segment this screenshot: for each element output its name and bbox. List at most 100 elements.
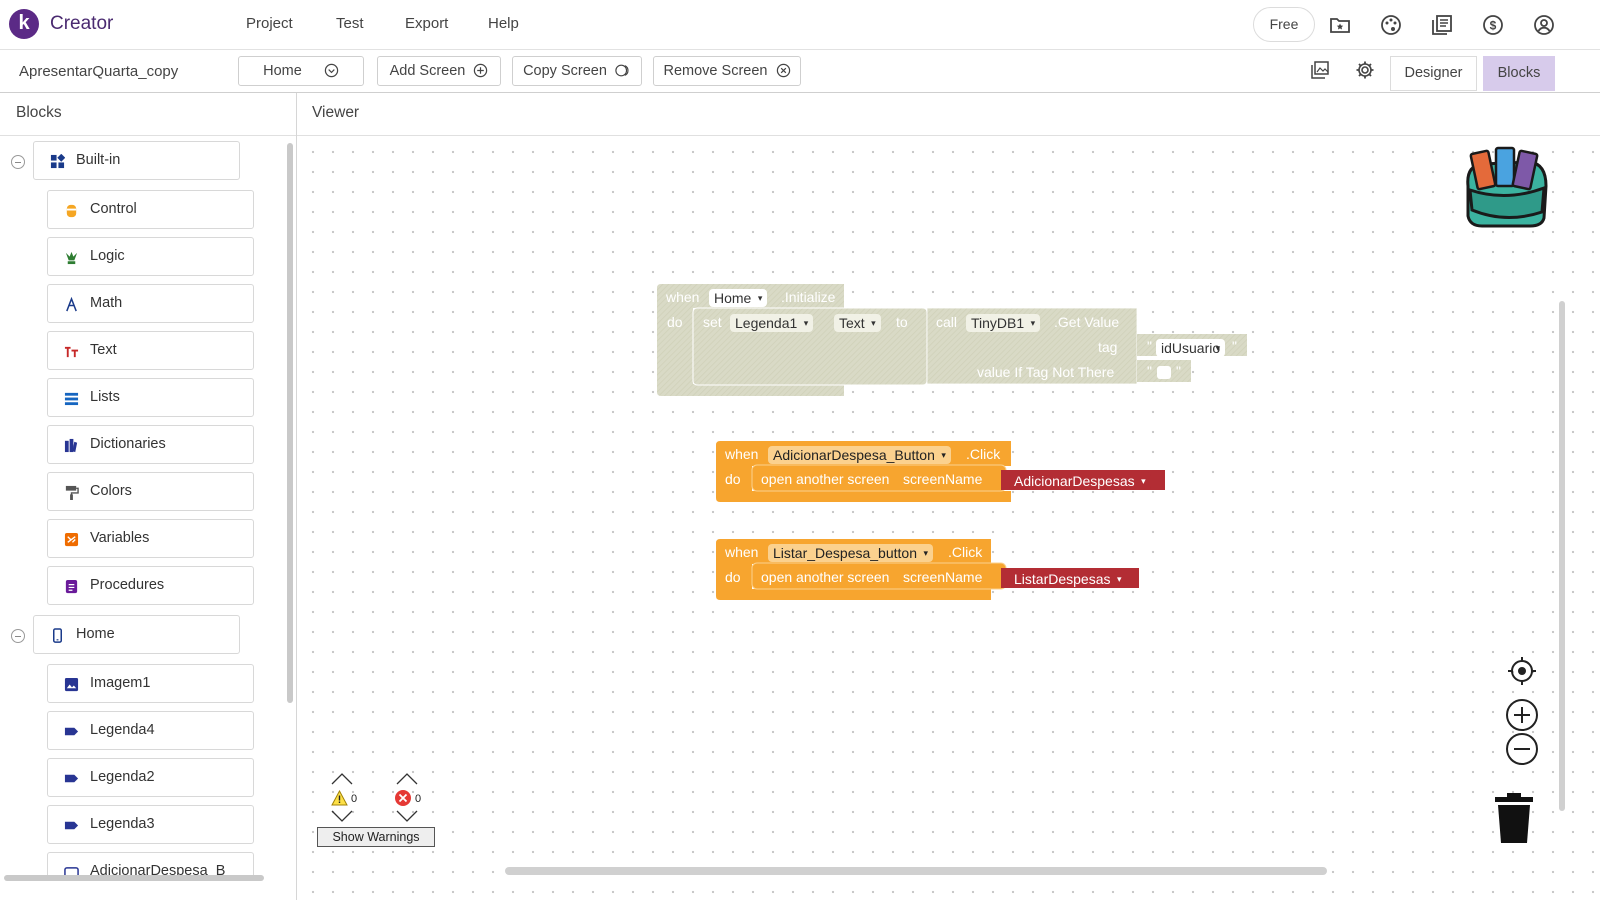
label-icon bbox=[64, 727, 79, 736]
tree-item-lists[interactable]: Lists bbox=[47, 378, 254, 417]
menu-project[interactable]: Project bbox=[246, 15, 293, 32]
blocks-panel-title: Blocks bbox=[16, 104, 62, 121]
copy-icon bbox=[615, 64, 629, 77]
gallery-icon[interactable] bbox=[1310, 60, 1330, 80]
list-action-text: open another screen bbox=[761, 569, 890, 585]
tree-builtin[interactable]: Built-in bbox=[33, 141, 240, 180]
init-component-dropdown[interactable]: Home bbox=[709, 289, 768, 307]
add-screen-value-dropdown[interactable]: AdicionarDespesas bbox=[1009, 472, 1151, 490]
init-to-text: to bbox=[896, 314, 908, 330]
error-down-arrow-icon[interactable] bbox=[396, 810, 418, 822]
trash-icon[interactable] bbox=[1493, 792, 1535, 844]
tree-item-legenda2[interactable]: Legenda2 bbox=[47, 758, 254, 797]
init-set-text: set bbox=[703, 314, 722, 330]
lists-icon bbox=[64, 392, 79, 406]
screen-select[interactable]: Home bbox=[238, 56, 364, 86]
init-tag-value[interactable]: idUsuario bbox=[1156, 339, 1226, 357]
list-param-text: screenName bbox=[903, 569, 983, 585]
tree-item-colors[interactable]: Colors bbox=[47, 472, 254, 511]
init-db-dropdown[interactable]: TinyDB1 bbox=[966, 314, 1041, 332]
init-do-text: do bbox=[667, 314, 683, 330]
variables-icon bbox=[64, 532, 79, 547]
dollar-icon[interactable]: $ bbox=[1481, 13, 1505, 37]
tree-item-variables[interactable]: Variables bbox=[47, 519, 254, 558]
copy-screen-button[interactable]: Copy Screen bbox=[512, 56, 642, 86]
blocks-panel-hscrollbar[interactable] bbox=[4, 875, 264, 881]
tree-item-math-label: Math bbox=[90, 295, 123, 311]
tree-item-dictionaries[interactable]: Dictionaries bbox=[47, 425, 254, 464]
app-name[interactable]: Creator bbox=[50, 13, 113, 35]
tree-item-logic[interactable]: Logic bbox=[47, 237, 254, 276]
gear-icon[interactable] bbox=[1355, 60, 1375, 80]
folder-star-icon[interactable] bbox=[1328, 13, 1352, 37]
init-empty-quote-open: " bbox=[1147, 363, 1152, 379]
svg-text:$: $ bbox=[1490, 19, 1497, 33]
designer-tab[interactable]: Designer bbox=[1390, 56, 1477, 91]
collapse-home-icon[interactable] bbox=[11, 629, 25, 643]
tree-home[interactable]: Home bbox=[33, 615, 240, 654]
show-warnings-button[interactable]: Show Warnings bbox=[317, 827, 435, 847]
tree-item-dictionaries-label: Dictionaries bbox=[90, 436, 166, 452]
init-property-dropdown[interactable]: Text bbox=[834, 314, 881, 332]
tree-item-logic-label: Logic bbox=[90, 248, 125, 264]
tree-item-control[interactable]: Control bbox=[47, 190, 254, 229]
palette-icon[interactable] bbox=[1379, 13, 1403, 37]
warning-icon bbox=[331, 790, 348, 806]
warning-down-arrow-icon[interactable] bbox=[331, 810, 353, 822]
project-name: ApresentarQuarta_copy bbox=[19, 63, 179, 80]
blocks-workspace[interactable]: when Home .Initialize do set Legenda1 Te… bbox=[297, 136, 1600, 900]
builtin-icon bbox=[50, 154, 65, 169]
app-logo[interactable]: k bbox=[9, 9, 39, 39]
warning-up-arrow-icon[interactable] bbox=[331, 773, 353, 785]
tree-item-imagem1[interactable]: Imagem1 bbox=[47, 664, 254, 703]
backpack-icon[interactable] bbox=[1460, 146, 1552, 230]
colors-icon bbox=[65, 485, 79, 500]
screen-select-value: Home bbox=[263, 63, 302, 79]
menu-help[interactable]: Help bbox=[488, 15, 519, 32]
image-icon bbox=[64, 677, 79, 692]
tree-builtin-label: Built-in bbox=[76, 152, 121, 168]
zoom-in-icon[interactable] bbox=[1505, 698, 1539, 732]
init-quote-open: " bbox=[1147, 338, 1152, 354]
blocks-panel-scrollbar[interactable] bbox=[287, 143, 293, 703]
remove-screen-label: Remove Screen bbox=[663, 63, 768, 79]
free-plan-button[interactable]: Free bbox=[1253, 7, 1315, 42]
init-method-text: .Get Value bbox=[1054, 314, 1120, 330]
library-icon[interactable] bbox=[1430, 13, 1454, 37]
account-icon[interactable] bbox=[1532, 13, 1556, 37]
procedures-icon bbox=[65, 579, 78, 594]
error-icon bbox=[395, 790, 411, 806]
remove-screen-button[interactable]: Remove Screen bbox=[653, 56, 801, 86]
init-empty-text-slot[interactable] bbox=[1157, 366, 1171, 379]
workspace-horizontal-scrollbar[interactable] bbox=[505, 867, 1327, 875]
tree-item-text[interactable]: Text bbox=[47, 331, 254, 370]
add-event-text: .Click bbox=[966, 446, 1001, 462]
logic-icon bbox=[65, 251, 78, 265]
tree-clip: AdicionarDespesa_B bbox=[0, 848, 286, 878]
add-param-text: screenName bbox=[903, 471, 983, 487]
tree-item-math[interactable]: Math bbox=[47, 284, 254, 323]
tree-item-legenda3-label: Legenda3 bbox=[90, 816, 155, 832]
phone-icon bbox=[53, 628, 62, 643]
tree-item-lists-label: Lists bbox=[90, 389, 120, 405]
menu-test[interactable]: Test bbox=[336, 15, 364, 32]
tree-item-legenda3[interactable]: Legenda3 bbox=[47, 805, 254, 844]
list-component-dropdown[interactable]: Listar_Despesa_button bbox=[768, 544, 933, 562]
tree-item-legenda4[interactable]: Legenda4 bbox=[47, 711, 254, 750]
viewer-title: Viewer bbox=[312, 104, 360, 121]
add-screen-button[interactable]: Add Screen bbox=[377, 56, 501, 86]
blocks-tab[interactable]: Blocks bbox=[1483, 56, 1555, 91]
list-screen-value-dropdown[interactable]: ListarDespesas bbox=[1009, 570, 1127, 588]
workspace-vertical-scrollbar[interactable] bbox=[1559, 301, 1565, 811]
add-component-dropdown[interactable]: AdicionarDespesa_Button bbox=[768, 446, 951, 464]
tree-item-procedures[interactable]: Procedures bbox=[47, 566, 254, 605]
recenter-icon[interactable] bbox=[1507, 656, 1537, 686]
init-when-text: when bbox=[666, 289, 700, 305]
init-target-dropdown[interactable]: Legenda1 bbox=[730, 314, 814, 332]
error-up-arrow-icon[interactable] bbox=[396, 773, 418, 785]
collapse-builtin-icon[interactable] bbox=[11, 155, 25, 169]
zoom-out-icon[interactable] bbox=[1505, 732, 1539, 766]
menu-export[interactable]: Export bbox=[405, 15, 448, 32]
tree-item-variables-label: Variables bbox=[90, 530, 150, 546]
init-notthere-label: value If Tag Not There bbox=[977, 364, 1115, 380]
